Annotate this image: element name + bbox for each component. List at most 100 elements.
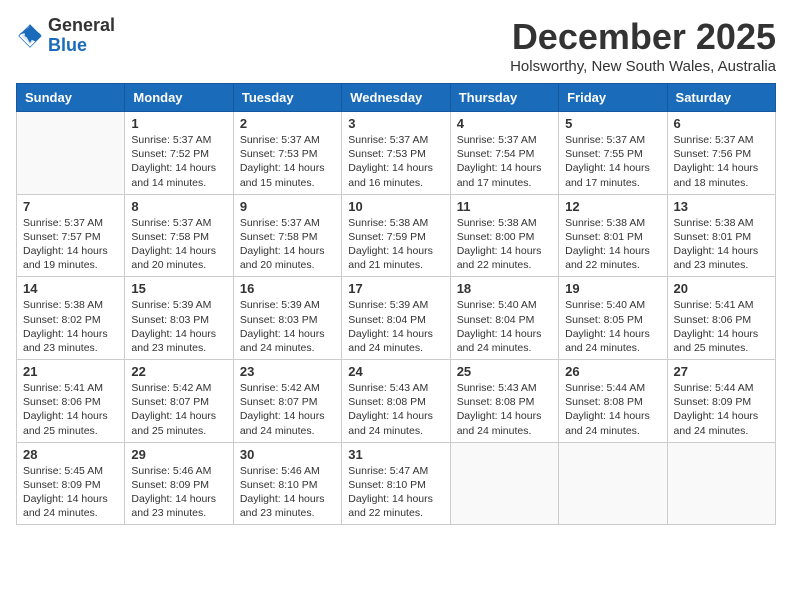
day-number: 20 (674, 281, 769, 296)
calendar-week-5: 28 Sunrise: 5:45 AMSunset: 8:09 PMDayligh… (17, 442, 776, 525)
cell-content: Sunrise: 5:41 AMSunset: 8:06 PMDaylight:… (674, 298, 769, 355)
calendar-week-1: 1 Sunrise: 5:37 AMSunset: 7:52 PMDaylight… (17, 112, 776, 195)
calendar-cell: 3 Sunrise: 5:37 AMSunset: 7:53 PMDaylight… (342, 112, 450, 195)
calendar-cell: 10 Sunrise: 5:38 AMSunset: 7:59 PMDayligh… (342, 194, 450, 277)
cell-content: Sunrise: 5:42 AMSunset: 8:07 PMDaylight:… (240, 381, 335, 438)
cell-content: Sunrise: 5:41 AMSunset: 8:06 PMDaylight:… (23, 381, 118, 438)
calendar-cell: 24 Sunrise: 5:43 AMSunset: 8:08 PMDayligh… (342, 360, 450, 443)
day-number: 6 (674, 116, 769, 131)
calendar-cell: 15 Sunrise: 5:39 AMSunset: 8:03 PMDayligh… (125, 277, 233, 360)
day-number: 5 (565, 116, 660, 131)
calendar-cell: 6Sunrise: 5:37 AMSunset: 7:56 PMDaylight… (667, 112, 775, 195)
day-header-tuesday: Tuesday (233, 84, 341, 112)
calendar-cell (17, 112, 125, 195)
cell-content: Sunrise: 5:47 AMSunset: 8:10 PMDaylight:… (348, 464, 443, 521)
calendar-cell: 9Sunrise: 5:37 AMSunset: 7:58 PMDaylight… (233, 194, 341, 277)
day-number: 1 (131, 116, 226, 131)
calendar-cell: 30 Sunrise: 5:46 AMSunset: 8:10 PMDayligh… (233, 442, 341, 525)
day-number: 25 (457, 364, 552, 379)
calendar-header-row: SundayMondayTuesdayWednesdayThursdayFrid… (17, 84, 776, 112)
calendar-cell: 25 Sunrise: 5:43 AMSunset: 8:08 PMDayligh… (450, 360, 558, 443)
cell-content: Sunrise: 5:45 AMSunset: 8:09 PMDaylight:… (23, 464, 118, 521)
cell-content: Sunrise: 5:43 AMSunset: 8:08 PMDaylight:… (457, 381, 552, 438)
day-header-monday: Monday (125, 84, 233, 112)
day-number: 28 (23, 447, 118, 462)
cell-content: Sunrise: 5:46 AMSunset: 8:10 PMDaylight:… (240, 464, 335, 521)
day-header-sunday: Sunday (17, 84, 125, 112)
cell-content: Sunrise: 5:37 AMSunset: 7:55 PMDaylight:… (565, 133, 660, 190)
day-number: 14 (23, 281, 118, 296)
day-header-friday: Friday (559, 84, 667, 112)
day-number: 18 (457, 281, 552, 296)
cell-content: Sunrise: 5:37 AMSunset: 7:52 PMDaylight:… (131, 133, 226, 190)
calendar-cell: 1 Sunrise: 5:37 AMSunset: 7:52 PMDaylight… (125, 112, 233, 195)
month-title: December 2025 (510, 16, 776, 58)
day-number: 30 (240, 447, 335, 462)
cell-content: Sunrise: 5:38 AMSunset: 8:02 PMDaylight:… (23, 298, 118, 355)
calendar-cell: 14 Sunrise: 5:38 AMSunset: 8:02 PMDayligh… (17, 277, 125, 360)
cell-content: Sunrise: 5:43 AMSunset: 8:08 PMDaylight:… (348, 381, 443, 438)
day-number: 3 (348, 116, 443, 131)
day-number: 8 (131, 199, 226, 214)
calendar-cell: 27 Sunrise: 5:44 AMSunset: 8:09 PMDayligh… (667, 360, 775, 443)
cell-content: Sunrise: 5:38 AMSunset: 8:00 PMDaylight:… (457, 216, 552, 273)
day-number: 29 (131, 447, 226, 462)
calendar-cell: 2Sunrise: 5:37 AMSunset: 7:53 PMDaylight… (233, 112, 341, 195)
calendar-cell: 12Sunrise: 5:38 AMSunset: 8:01 PMDayligh… (559, 194, 667, 277)
calendar-cell: 19Sunrise: 5:40 AMSunset: 8:05 PMDayligh… (559, 277, 667, 360)
day-header-thursday: Thursday (450, 84, 558, 112)
logo-text: General Blue (48, 16, 115, 56)
calendar-cell: 4 Sunrise: 5:37 AMSunset: 7:54 PMDaylight… (450, 112, 558, 195)
cell-content: Sunrise: 5:37 AMSunset: 7:57 PMDaylight:… (23, 216, 118, 273)
calendar-cell: 21 Sunrise: 5:41 AMSunset: 8:06 PMDayligh… (17, 360, 125, 443)
calendar-cell: 28 Sunrise: 5:45 AMSunset: 8:09 PMDayligh… (17, 442, 125, 525)
day-number: 27 (674, 364, 769, 379)
cell-content: Sunrise: 5:37 AMSunset: 7:58 PMDaylight:… (131, 216, 226, 273)
day-number: 19 (565, 281, 660, 296)
calendar-cell: 20 Sunrise: 5:41 AMSunset: 8:06 PMDayligh… (667, 277, 775, 360)
calendar-cell: 31Sunrise: 5:47 AMSunset: 8:10 PMDayligh… (342, 442, 450, 525)
calendar-cell: 17 Sunrise: 5:39 AMSunset: 8:04 PMDayligh… (342, 277, 450, 360)
calendar-cell: 11 Sunrise: 5:38 AMSunset: 8:00 PMDayligh… (450, 194, 558, 277)
calendar-cell: 8 Sunrise: 5:37 AMSunset: 7:58 PMDaylight… (125, 194, 233, 277)
day-number: 21 (23, 364, 118, 379)
day-number: 9 (240, 199, 335, 214)
logo-icon (16, 22, 44, 50)
logo: General Blue (16, 16, 115, 56)
day-number: 23 (240, 364, 335, 379)
cell-content: Sunrise: 5:37 AMSunset: 7:54 PMDaylight:… (457, 133, 552, 190)
day-number: 15 (131, 281, 226, 296)
cell-content: Sunrise: 5:42 AMSunset: 8:07 PMDaylight:… (131, 381, 226, 438)
day-number: 7 (23, 199, 118, 214)
calendar-week-2: 7 Sunrise: 5:37 AMSunset: 7:57 PMDaylight… (17, 194, 776, 277)
calendar-cell (667, 442, 775, 525)
day-number: 2 (240, 116, 335, 131)
calendar-cell (450, 442, 558, 525)
calendar-cell (559, 442, 667, 525)
calendar-cell: 16Sunrise: 5:39 AMSunset: 8:03 PMDayligh… (233, 277, 341, 360)
day-number: 11 (457, 199, 552, 214)
cell-content: Sunrise: 5:38 AMSunset: 7:59 PMDaylight:… (348, 216, 443, 273)
day-header-saturday: Saturday (667, 84, 775, 112)
logo-general: General (48, 16, 115, 36)
day-number: 24 (348, 364, 443, 379)
day-number: 17 (348, 281, 443, 296)
logo-blue: Blue (48, 36, 115, 56)
title-area: December 2025 Holsworthy, New South Wale… (510, 16, 776, 75)
calendar-cell: 22 Sunrise: 5:42 AMSunset: 8:07 PMDayligh… (125, 360, 233, 443)
day-number: 10 (348, 199, 443, 214)
cell-content: Sunrise: 5:39 AMSunset: 8:04 PMDaylight:… (348, 298, 443, 355)
calendar-week-3: 14 Sunrise: 5:38 AMSunset: 8:02 PMDayligh… (17, 277, 776, 360)
day-header-wednesday: Wednesday (342, 84, 450, 112)
cell-content: Sunrise: 5:46 AMSunset: 8:09 PMDaylight:… (131, 464, 226, 521)
calendar-cell: 13Sunrise: 5:38 AMSunset: 8:01 PMDayligh… (667, 194, 775, 277)
header: General Blue December 2025 Holsworthy, N… (16, 16, 776, 75)
cell-content: Sunrise: 5:44 AMSunset: 8:09 PMDaylight:… (674, 381, 769, 438)
cell-content: Sunrise: 5:39 AMSunset: 8:03 PMDaylight:… (131, 298, 226, 355)
day-number: 4 (457, 116, 552, 131)
cell-content: Sunrise: 5:40 AMSunset: 8:04 PMDaylight:… (457, 298, 552, 355)
cell-content: Sunrise: 5:37 AMSunset: 7:53 PMDaylight:… (348, 133, 443, 190)
calendar-cell: 18 Sunrise: 5:40 AMSunset: 8:04 PMDayligh… (450, 277, 558, 360)
cell-content: Sunrise: 5:38 AMSunset: 8:01 PMDaylight:… (674, 216, 769, 273)
day-number: 22 (131, 364, 226, 379)
